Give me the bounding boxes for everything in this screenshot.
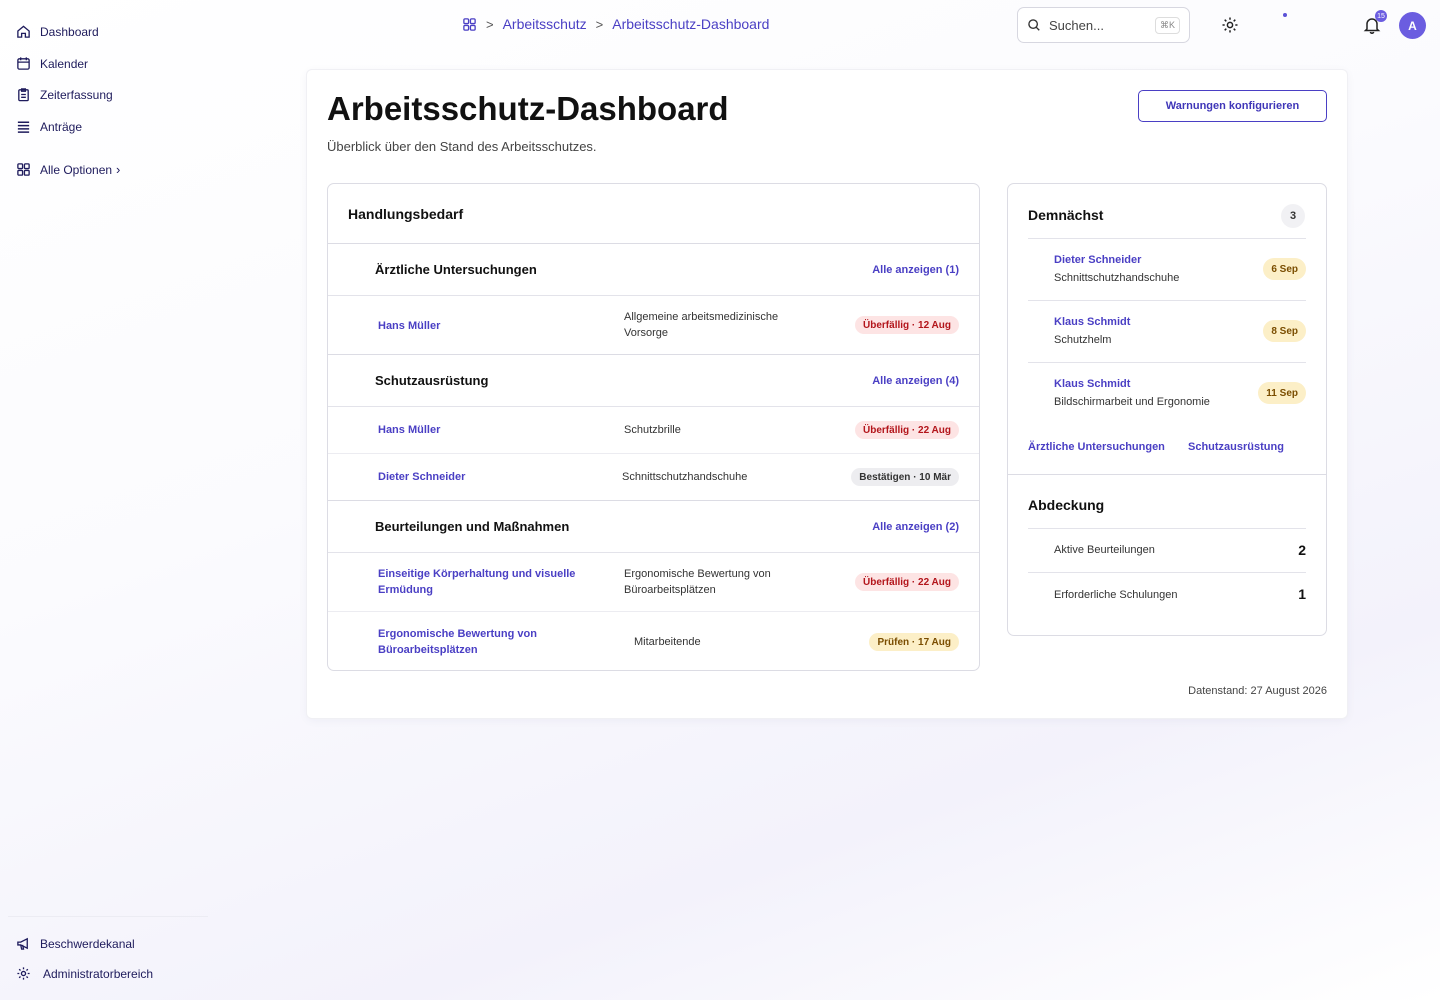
topbar: > Arbeitsschutz > Arbeitsschutz-Dashboar… (0, 0, 1440, 50)
gear-icon (17, 967, 30, 980)
divider (1028, 572, 1306, 573)
apps-grid-icon[interactable] (462, 17, 477, 32)
sidebar-item-administratorbereich[interactable]: Administratorbereich (16, 966, 153, 981)
sidebar-item-label: Beschwerdekanal (40, 936, 135, 951)
sidebar-item-label: Alle Optionen (40, 162, 113, 177)
table-row[interactable]: Einseitige Körperhaltung und visuelle Er… (328, 553, 979, 612)
panel-divider (1008, 474, 1326, 475)
status-badge: Überfällig · 12 Aug (855, 316, 959, 334)
upcoming-count-badge: 3 (1281, 204, 1305, 228)
upcoming-description: Schutzhelm (1054, 334, 1112, 346)
row-description: Allgemeine arbeitsmedizinische Vorsorge (624, 311, 779, 339)
divider (1028, 300, 1306, 301)
date-badge: 11 Sep (1258, 382, 1306, 404)
megaphone-icon (17, 937, 28, 950)
configure-warnings-button[interactable]: Warnungen konfigurieren (1138, 90, 1327, 122)
data-timestamp: Datenstand: 27 August 2026 (1188, 685, 1327, 697)
search-shortcut: ⌘K (1154, 16, 1180, 34)
show-all-link[interactable]: Alle anzeigen (2) (872, 521, 959, 533)
sidebar-item-antraege[interactable]: Anträge (16, 119, 82, 134)
upcoming-title: Demnächst (1028, 207, 1104, 223)
search-icon (1028, 19, 1040, 31)
table-row[interactable]: Ergonomische Bewertung von Büroarbeitspl… (328, 612, 979, 670)
status-dot (1283, 13, 1287, 17)
notification-count-badge: 15 (1375, 10, 1387, 22)
action-panel-title: Handlungsbedarf (348, 206, 464, 222)
calendar-icon (17, 57, 30, 70)
coverage-label: Aktive Beurteilungen (1054, 544, 1155, 556)
row-name[interactable]: Hans Müller (378, 318, 440, 334)
search-box[interactable]: Suchen... ⌘K (1017, 7, 1190, 43)
avatar[interactable]: A (1399, 12, 1426, 39)
breadcrumb-separator: > (595, 16, 604, 32)
divider (1028, 528, 1306, 529)
upcoming-name[interactable]: Dieter Schneider (1054, 254, 1141, 266)
row-name[interactable]: Ergonomische Bewertung von Büroarbeitspl… (378, 626, 568, 658)
date-badge: 8 Sep (1263, 320, 1306, 342)
upcoming-name[interactable]: Klaus Schmidt (1054, 378, 1130, 390)
section-title: Ärztliche Untersuchungen (375, 262, 537, 277)
section-header-schutzausruestung: Schutzausrüstung Alle anzeigen (4) (328, 355, 979, 407)
sidebar-item-zeiterfassung[interactable]: Zeiterfassung (16, 87, 113, 102)
upcoming-description: Schnittschutzhandschuhe (1054, 272, 1180, 284)
upcoming-name[interactable]: Klaus Schmidt (1054, 316, 1130, 328)
sidebar-item-beschwerdekanal[interactable]: Beschwerdekanal (16, 936, 135, 951)
grid-icon (17, 163, 30, 176)
row-description: Schutzbrille (624, 424, 681, 436)
row-name[interactable]: Dieter Schneider (378, 469, 465, 485)
row-description: Mitarbeitende (634, 636, 701, 648)
section-title: Beurteilungen und Maßnahmen (375, 519, 570, 534)
status-badge: Überfällig · 22 Aug (855, 573, 959, 591)
table-row[interactable]: Hans Müller Allgemeine arbeitsmedizinisc… (328, 296, 979, 355)
status-badge: Überfällig · 22 Aug (855, 421, 959, 439)
page-title: Arbeitsschutz-Dashboard (327, 90, 729, 127)
sidebar-item-label: Administratorbereich (43, 966, 154, 981)
sidebar-item-kalender[interactable]: Kalender (16, 56, 88, 71)
row-description: Ergonomische Bewertung von Büroarbeitspl… (624, 568, 771, 596)
main-card: Arbeitsschutz-Dashboard Überblick über d… (307, 70, 1347, 718)
settings-gear-icon[interactable] (1220, 15, 1240, 35)
action-panel: Handlungsbedarf Ärztliche Untersuchungen… (327, 183, 980, 671)
row-name[interactable]: Hans Müller (378, 422, 440, 438)
date-badge: 6 Sep (1263, 258, 1306, 280)
breadcrumb-item-current: Arbeitsschutz-Dashboard (612, 16, 770, 32)
coverage-value: 2 (1298, 542, 1306, 558)
sidebar-item-alle-optionen[interactable]: Alle Optionen › (16, 162, 120, 177)
status-badge: Bestätigen · 10 Mär (851, 468, 959, 486)
upcoming-description: Bildschirmarbeit und Ergonomie (1054, 396, 1210, 408)
divider (1028, 362, 1306, 363)
sidebar-item-label: Kalender (40, 56, 89, 71)
list-icon (17, 121, 30, 133)
breadcrumb-separator: > (486, 16, 494, 32)
row-description: Schnittschutzhandschuhe (622, 471, 748, 483)
filter-link-aerztliche-untersuchungen[interactable]: Ärztliche Untersuchungen (1028, 441, 1165, 453)
coverage-label: Erforderliche Schulungen (1054, 589, 1178, 601)
breadcrumb-item-arbeitsschutz[interactable]: Arbeitsschutz (503, 16, 587, 32)
section-header-aerztliche-untersuchungen: Ärztliche Untersuchungen Alle anzeigen (… (328, 244, 979, 296)
status-badge: Prüfen · 17 Aug (869, 633, 959, 651)
table-row[interactable]: Dieter Schneider Schnittschutzhandschuhe… (328, 454, 979, 501)
action-panel-header: Handlungsbedarf (328, 184, 979, 244)
sidebar: Dashboard Kalender Zeiterfassung Anträge… (0, 0, 210, 1000)
show-all-link[interactable]: Alle anzeigen (1) (872, 264, 959, 276)
chevron-right-icon: › (116, 162, 121, 177)
sidebar-item-label: Zeiterfassung (40, 87, 113, 102)
coverage-title: Abdeckung (1028, 497, 1105, 513)
side-panel: Demnächst 3 Dieter Schneider Schnittschu… (1007, 183, 1327, 636)
filter-link-schutzausruestung[interactable]: Schutzausrüstung (1188, 441, 1284, 453)
search-placeholder: Suchen... (1049, 17, 1104, 33)
divider (1028, 238, 1306, 239)
breadcrumb: > Arbeitsschutz > Arbeitsschutz-Dashboar… (462, 16, 769, 32)
section-header-beurteilungen: Beurteilungen und Maßnahmen Alle anzeige… (328, 501, 979, 553)
sidebar-divider (8, 916, 208, 917)
page-subtitle: Überblick über den Stand des Arbeitsschu… (327, 139, 597, 154)
show-all-link[interactable]: Alle anzeigen (4) (872, 375, 959, 387)
clipboard-icon (18, 88, 29, 102)
section-title: Schutzausrüstung (375, 373, 489, 388)
table-row[interactable]: Hans Müller Schutzbrille Überfällig · 22… (328, 407, 979, 454)
row-name[interactable]: Einseitige Körperhaltung und visuelle Er… (378, 566, 603, 598)
coverage-value: 1 (1298, 586, 1306, 602)
sidebar-item-label: Anträge (40, 119, 83, 134)
